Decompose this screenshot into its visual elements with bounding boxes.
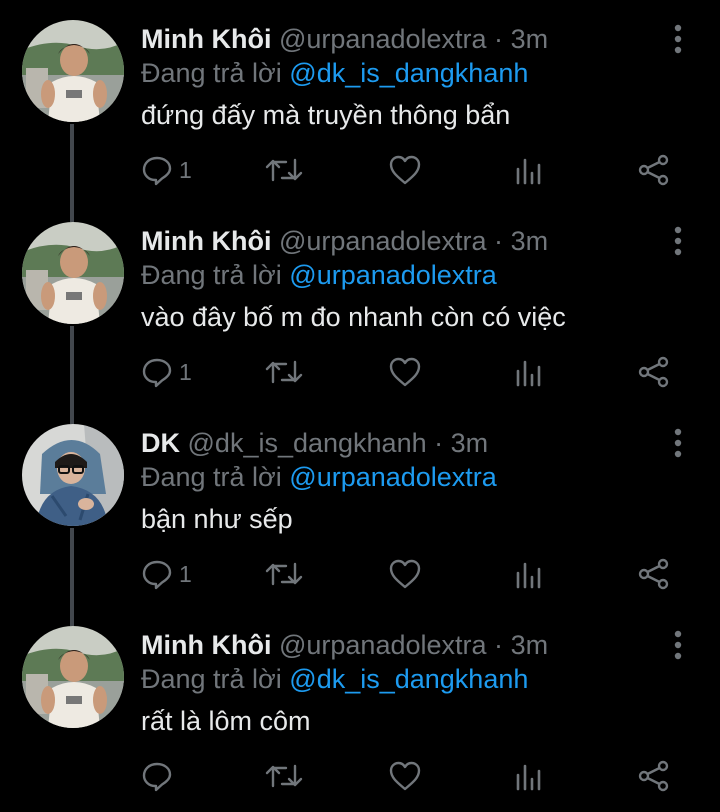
share-icon	[638, 356, 669, 388]
user-handle[interactable]: @urpanadolextra	[279, 24, 487, 54]
tweet-header: Minh Khôi @urpanadolextra · 3m	[141, 628, 548, 662]
tweet[interactable]: DK @dk_is_dangkhanh · 3m Đang trả lời @u…	[0, 404, 720, 606]
reply-bubble-icon	[142, 156, 172, 186]
replying-to-label: Đang trả lời	[141, 462, 282, 492]
like-button[interactable]	[388, 556, 422, 592]
stats-button[interactable]	[513, 556, 545, 592]
display-name[interactable]: Minh Khôi	[141, 630, 271, 660]
tweet-text: rất là lôm côm	[141, 706, 311, 736]
vertical-dots-icon[interactable]	[664, 24, 692, 54]
retweet-button[interactable]	[264, 152, 304, 188]
avatar[interactable]	[22, 626, 124, 728]
heart-icon	[389, 559, 421, 589]
reply-count: 1	[179, 560, 192, 587]
share-button[interactable]	[637, 556, 671, 592]
bar-chart-icon	[516, 158, 541, 185]
avatar[interactable]	[22, 424, 124, 526]
tweet[interactable]: Minh Khôi @urpanadolextra · 3m Đang trả …	[0, 202, 720, 404]
separator-dot: ·	[494, 24, 504, 54]
timestamp[interactable]: 3m	[511, 630, 549, 660]
timestamp[interactable]: 3m	[511, 226, 549, 256]
tweet-actions: 1	[0, 152, 720, 188]
replying-to: Đang trả lời @dk_is_dangkhanh	[141, 662, 528, 696]
stats-button[interactable]	[513, 354, 545, 390]
replying-to: Đang trả lời @dk_is_dangkhanh	[141, 56, 528, 90]
avatar[interactable]	[22, 20, 124, 122]
retweet-icon	[265, 158, 303, 182]
reply-button[interactable]: 1	[141, 556, 192, 592]
tweet-header: Minh Khôi @urpanadolextra · 3m	[141, 224, 548, 258]
retweet-icon	[265, 562, 303, 586]
user-handle[interactable]: @dk_is_dangkhanh	[188, 428, 427, 458]
separator-dot: ·	[434, 428, 444, 458]
tweet-text: vào đây bố m đo nhanh còn có việc	[141, 302, 566, 332]
display-name[interactable]: DK	[141, 428, 180, 458]
like-button[interactable]	[388, 354, 422, 390]
tweet-thread: Minh Khôi @urpanadolextra · 3m Đang trả …	[0, 0, 720, 812]
replying-to-label: Đang trả lời	[141, 58, 282, 88]
heart-icon	[389, 357, 421, 387]
display-name[interactable]: Minh Khôi	[141, 226, 271, 256]
replying-to: Đang trả lời @urpanadolextra	[141, 258, 497, 292]
reply-count: 1	[179, 358, 192, 385]
replying-to: Đang trả lời @urpanadolextra	[141, 460, 497, 494]
replying-to-label: Đang trả lời	[141, 260, 282, 290]
reply-bubble-icon	[142, 762, 172, 792]
avatar[interactable]	[22, 222, 124, 324]
tweet-actions: 1	[0, 556, 720, 592]
tweet-actions: 1	[0, 354, 720, 390]
retweet-button[interactable]	[264, 758, 304, 794]
reply-bubble-icon	[142, 358, 172, 388]
user-handle[interactable]: @urpanadolextra	[279, 226, 487, 256]
tweet-actions	[0, 758, 720, 794]
retweet-icon	[265, 764, 303, 788]
mention-link[interactable]: @dk_is_dangkhanh	[289, 58, 528, 88]
tweet-header: DK @dk_is_dangkhanh · 3m	[141, 426, 488, 460]
reply-button[interactable]: 1	[141, 152, 192, 188]
tweet-header: Minh Khôi @urpanadolextra · 3m	[141, 22, 548, 56]
separator-dot: ·	[494, 630, 504, 660]
share-button[interactable]	[637, 758, 671, 794]
retweet-button[interactable]	[264, 556, 304, 592]
display-name[interactable]: Minh Khôi	[141, 24, 271, 54]
tweet-text: bận như sếp	[141, 504, 293, 534]
timestamp[interactable]: 3m	[511, 24, 549, 54]
reply-button[interactable]: 1	[141, 354, 192, 390]
bar-chart-icon	[516, 764, 541, 791]
share-icon	[638, 154, 669, 186]
like-button[interactable]	[388, 758, 422, 794]
share-icon	[638, 558, 669, 590]
reply-button[interactable]	[141, 758, 179, 794]
share-icon	[638, 760, 669, 792]
separator-dot: ·	[494, 226, 504, 256]
share-button[interactable]	[637, 152, 671, 188]
vertical-dots-icon[interactable]	[664, 226, 692, 256]
bar-chart-icon	[516, 360, 541, 387]
tweet[interactable]: Minh Khôi @urpanadolextra · 3m Đang trả …	[0, 0, 720, 202]
reply-count: 1	[179, 156, 192, 183]
mention-link[interactable]: @urpanadolextra	[289, 462, 497, 492]
like-button[interactable]	[388, 152, 422, 188]
vertical-dots-icon[interactable]	[664, 630, 692, 660]
stats-button[interactable]	[513, 152, 545, 188]
vertical-dots-icon[interactable]	[664, 428, 692, 458]
timestamp[interactable]: 3m	[451, 428, 489, 458]
retweet-icon	[265, 360, 303, 384]
user-handle[interactable]: @urpanadolextra	[279, 630, 487, 660]
heart-icon	[389, 761, 421, 791]
mention-link[interactable]: @urpanadolextra	[289, 260, 497, 290]
heart-icon	[389, 155, 421, 185]
replying-to-label: Đang trả lời	[141, 664, 282, 694]
tweet[interactable]: Minh Khôi @urpanadolextra · 3m Đang trả …	[0, 606, 720, 808]
mention-link[interactable]: @dk_is_dangkhanh	[289, 664, 528, 694]
reply-bubble-icon	[142, 560, 172, 590]
tweet-text: đứng đấy mà truyền thông bẩn	[141, 100, 511, 130]
bar-chart-icon	[516, 562, 541, 589]
stats-button[interactable]	[513, 758, 545, 794]
retweet-button[interactable]	[264, 354, 304, 390]
share-button[interactable]	[637, 354, 671, 390]
